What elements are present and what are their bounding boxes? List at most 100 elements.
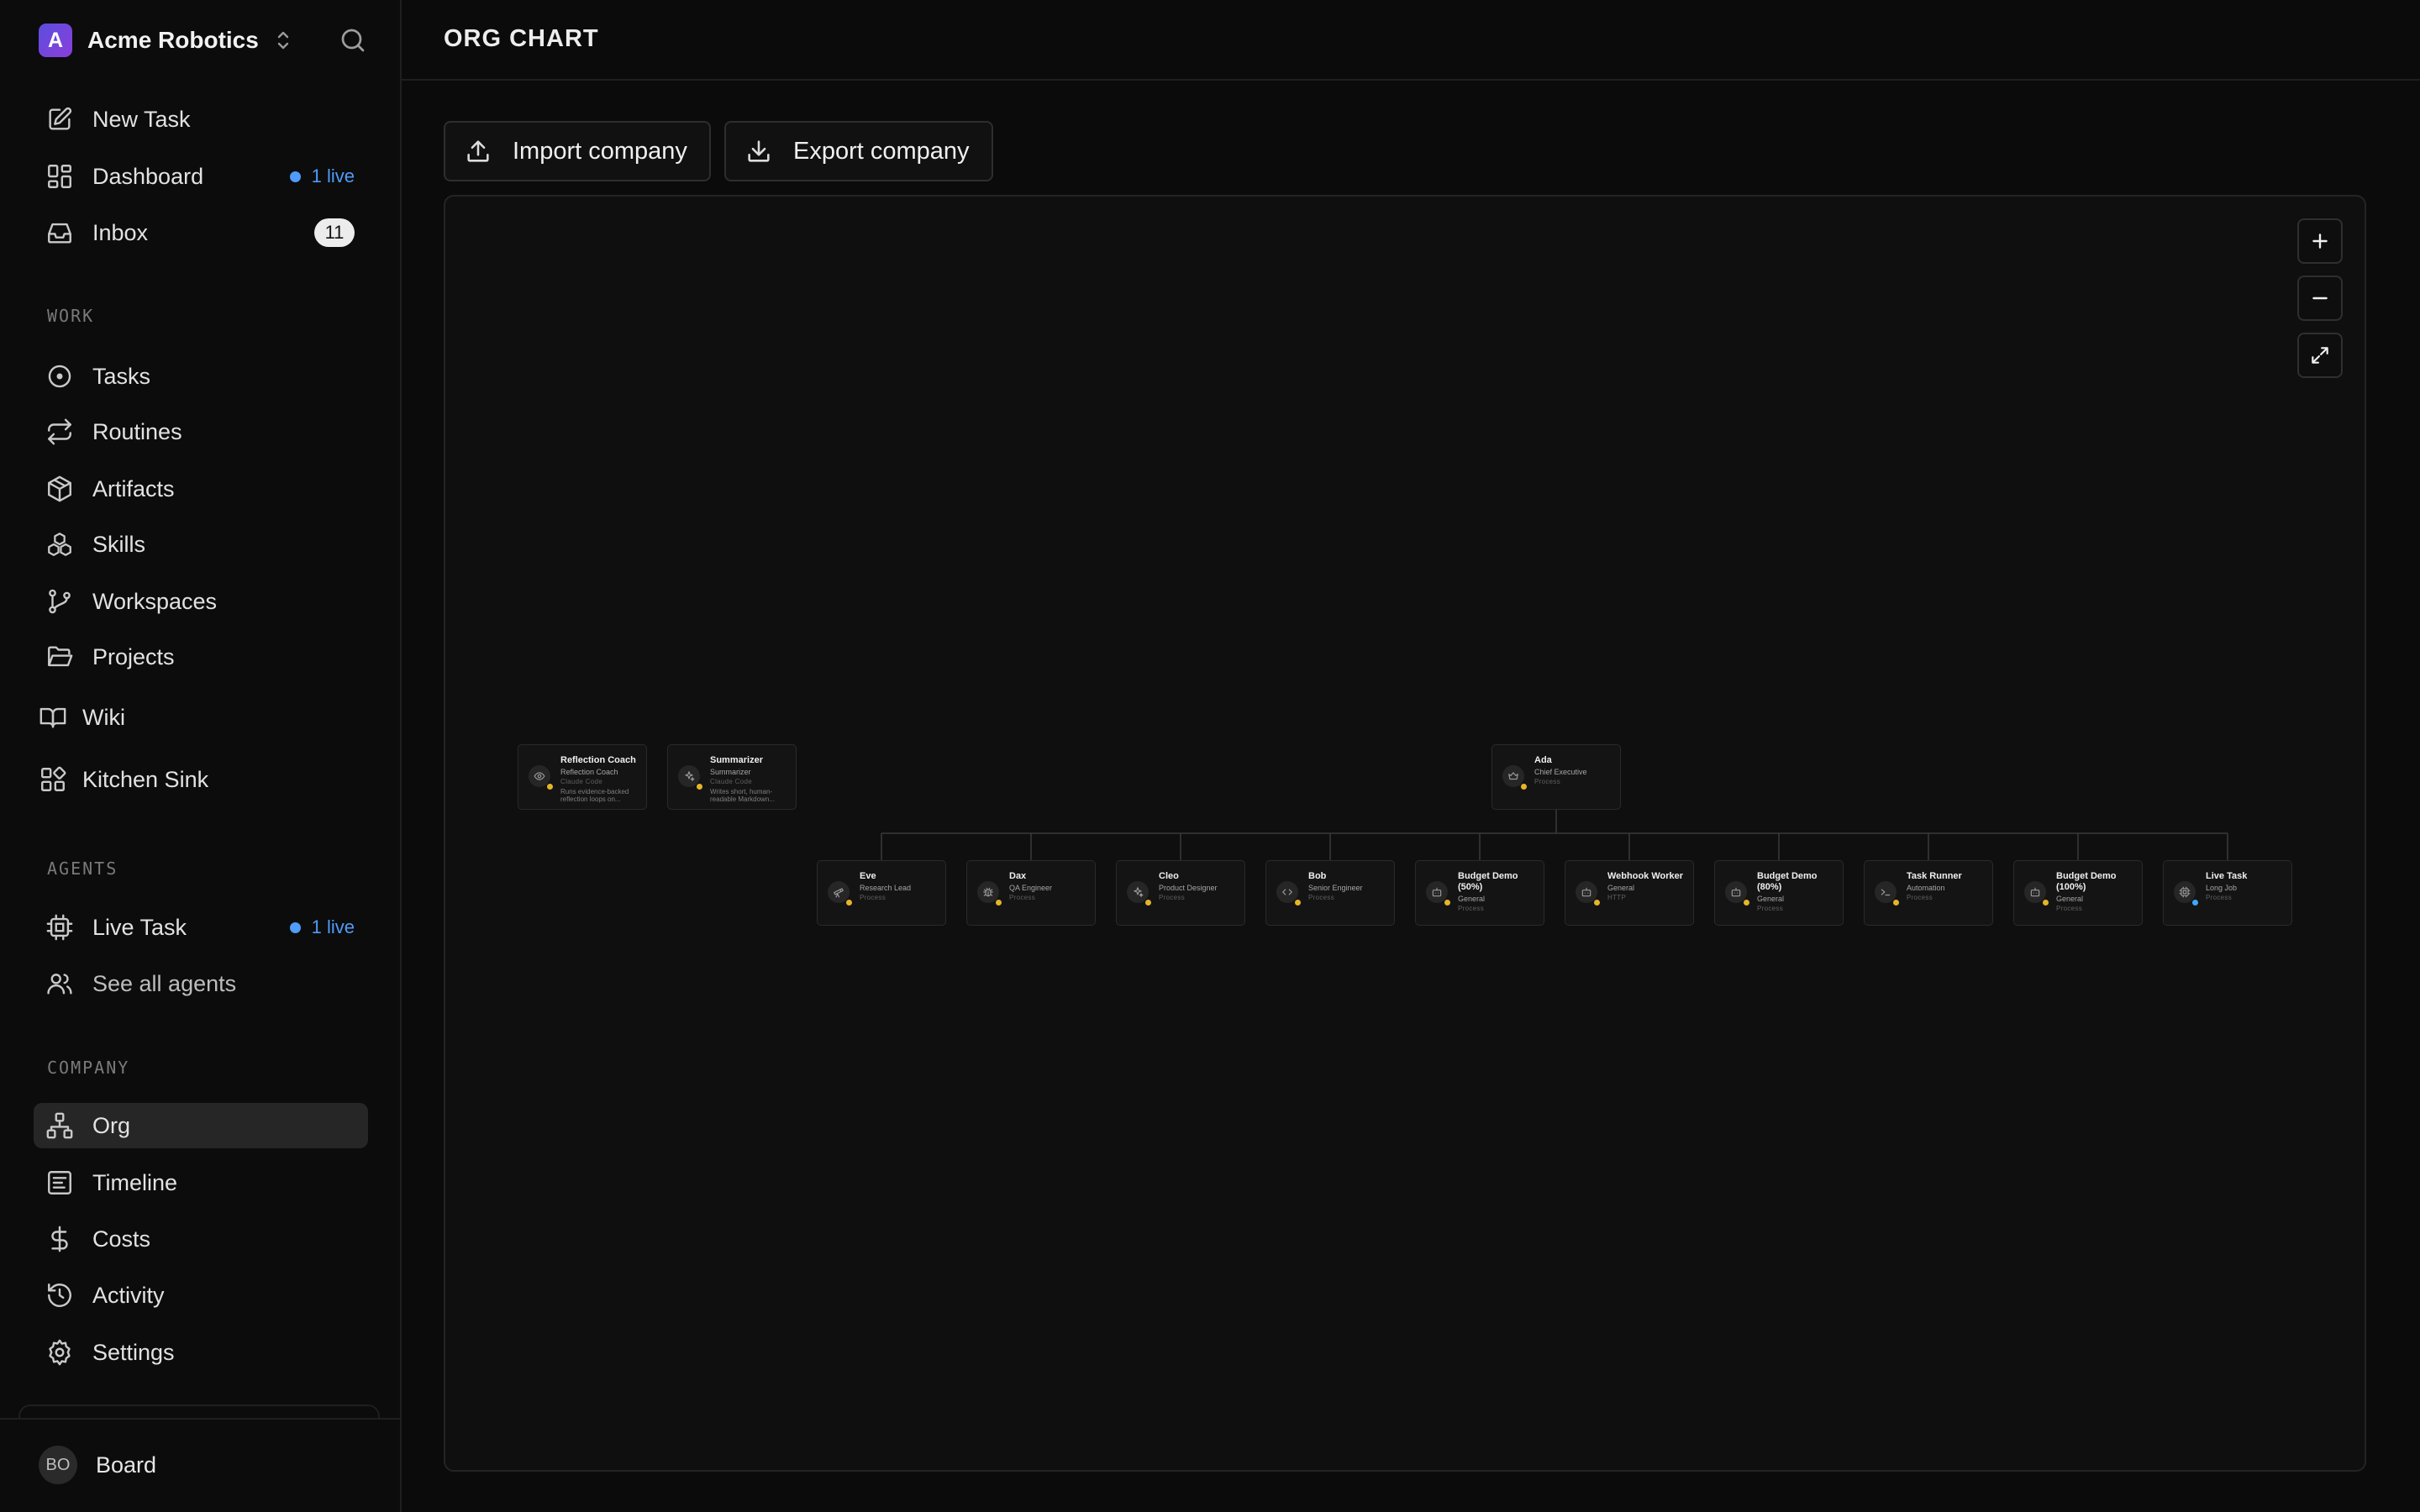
nav-kitchen-sink[interactable]: Kitchen Sink xyxy=(34,757,368,802)
org-node-task-runner[interactable]: Task Runner Automation Process xyxy=(1864,860,1993,926)
live-text: 1 live xyxy=(311,916,355,937)
org-node-ceo[interactable]: Ada Chief Executive Process xyxy=(1491,744,1621,810)
org-node-reflection-coach[interactable]: Reflection Coach Reflection Coach Claude C… xyxy=(518,744,647,810)
git-branch-icon xyxy=(45,587,74,616)
org-node-live-task[interactable]: Live Task Long Job Process xyxy=(2163,860,2292,926)
live-dot xyxy=(289,921,301,933)
nav-org[interactable]: Org xyxy=(34,1103,368,1148)
nav-wiki[interactable]: Wiki xyxy=(34,695,368,740)
node-adapter: Process xyxy=(1009,894,1035,901)
nav-projects[interactable]: Projects xyxy=(34,634,368,680)
node-adapter: Process xyxy=(1458,905,1484,912)
timeline-icon xyxy=(45,1168,74,1197)
org-node-budget-demo-100-[interactable]: Budget Demo (100%) General Process xyxy=(2013,860,2143,926)
node-name: Budget Demo (80%) xyxy=(1757,871,1818,892)
node-role: Reflection Coach xyxy=(560,768,618,776)
status-dot xyxy=(2043,900,2049,906)
node-description: Runs evidence-backed reflection loops on… xyxy=(560,788,629,803)
nav-costs[interactable]: Costs xyxy=(34,1216,368,1262)
node-text: Task Runner Automation Process xyxy=(1907,871,1987,902)
live-indicator: 1 live xyxy=(289,916,355,938)
node-text: Cleo Product Designer Process xyxy=(1159,871,1239,902)
live-indicator: 1 live xyxy=(289,165,355,187)
section-label-agents: AGENTS xyxy=(47,858,118,879)
nav-inbox[interactable]: Inbox 11 xyxy=(34,210,368,255)
import-company-button[interactable]: Import company xyxy=(444,121,711,181)
avatar: BO xyxy=(39,1446,77,1484)
status-dot xyxy=(2192,900,2198,906)
node-role: General xyxy=(1607,884,1635,892)
cpu-icon xyxy=(45,913,74,942)
nav-label: Live Task xyxy=(92,914,187,940)
company-switcher[interactable]: A Acme Robotics xyxy=(39,23,292,58)
users-icon xyxy=(45,969,74,998)
status-dot xyxy=(1594,900,1600,906)
node-name: Dax xyxy=(1009,871,1027,881)
user-menu[interactable]: BO Board xyxy=(39,1446,156,1484)
nav-tasks[interactable]: Tasks xyxy=(34,354,368,399)
org-node-summarizer[interactable]: Summarizer Summarizer Claude Code Writes sh… xyxy=(667,744,797,810)
nav-settings[interactable]: Settings xyxy=(34,1330,368,1375)
nav-label: New Task xyxy=(92,106,191,132)
nav-label: Tasks xyxy=(92,363,151,389)
zoom-out-button[interactable] xyxy=(2297,276,2343,321)
node-name: Budget Demo (100%) xyxy=(2056,871,2117,892)
status-dot xyxy=(1145,900,1151,906)
search-icon[interactable] xyxy=(338,25,368,55)
node-role: General xyxy=(1757,895,1785,903)
node-adapter: Process xyxy=(2056,905,2082,912)
fit-view-button[interactable] xyxy=(2297,333,2343,378)
plus-icon xyxy=(2309,230,2331,252)
status-dot xyxy=(1893,900,1899,906)
nav-label: Skills xyxy=(92,531,146,557)
nav-workspaces[interactable]: Workspaces xyxy=(34,579,368,624)
org-node-budget-demo-80-[interactable]: Budget Demo (80%) General Process xyxy=(1714,860,1844,926)
nav-dashboard[interactable]: Dashboard 1 live xyxy=(34,154,368,199)
status-dot xyxy=(1744,900,1749,906)
org-node-eve[interactable]: Eve Research Lead Process xyxy=(817,860,946,926)
nav-activity[interactable]: Activity xyxy=(34,1273,368,1318)
node-name: Reflection Coach xyxy=(560,755,636,765)
nav-agent-live-task[interactable]: Live Task 1 live xyxy=(34,905,368,950)
inbox-count-badge: 11 xyxy=(314,218,355,247)
company-name: Acme Robotics xyxy=(87,27,259,53)
node-adapter: HTTP xyxy=(1607,894,1627,901)
org-node-budget-demo-50-[interactable]: Budget Demo (50%) General Process xyxy=(1415,860,1544,926)
expand-icon xyxy=(2309,344,2331,366)
node-text: Budget Demo (50%) General Process xyxy=(1458,871,1539,913)
nav-timeline[interactable]: Timeline xyxy=(34,1160,368,1205)
repeat-icon xyxy=(45,417,74,446)
node-name: Webhook Worker xyxy=(1607,871,1684,881)
section-label-company: COMPANY xyxy=(47,1058,130,1078)
nav-label: Inbox xyxy=(92,219,149,245)
node-role: Summarizer xyxy=(710,768,751,776)
org-node-cleo[interactable]: Cleo Product Designer Process xyxy=(1116,860,1245,926)
nav-new-task[interactable]: New Task xyxy=(34,97,368,142)
org-connectors xyxy=(881,810,2228,860)
export-company-button[interactable]: Export company xyxy=(724,121,993,181)
node-role: Automation xyxy=(1907,884,1945,892)
node-name: Live Task xyxy=(2206,871,2248,881)
nav-routines[interactable]: Routines xyxy=(34,409,368,454)
blocks-icon xyxy=(39,765,67,794)
org-chart-canvas[interactable]: Reflection Coach Reflection Coach Claude C… xyxy=(444,195,2366,1472)
minus-icon xyxy=(2309,287,2331,309)
nav-label: Kitchen Sink xyxy=(82,766,209,792)
org-node-dax[interactable]: Dax QA Engineer Process xyxy=(966,860,1096,926)
node-adapter: Process xyxy=(1308,894,1334,901)
org-node-webhook-worker[interactable]: Webhook Worker General HTTP xyxy=(1565,860,1694,926)
page-title: ORG CHART xyxy=(444,25,599,52)
node-adapter: Claude Code xyxy=(560,778,602,785)
nav-artifacts[interactable]: Artifacts xyxy=(34,466,368,512)
zoom-in-button[interactable] xyxy=(2297,218,2343,264)
nav-label: See all agents xyxy=(92,970,237,996)
node-adapter: Process xyxy=(2206,894,2232,901)
nav-skills[interactable]: Skills xyxy=(34,522,368,567)
node-name: Budget Demo (50%) xyxy=(1458,871,1518,892)
nav-see-all-agents[interactable]: See all agents xyxy=(34,961,368,1006)
nav-label: Projects xyxy=(92,643,175,669)
org-node-bob[interactable]: Bob Senior Engineer Process xyxy=(1265,860,1395,926)
node-name: Ada xyxy=(1534,755,1552,765)
boxes-icon xyxy=(45,530,74,559)
node-role: Chief Executive xyxy=(1534,768,1587,776)
